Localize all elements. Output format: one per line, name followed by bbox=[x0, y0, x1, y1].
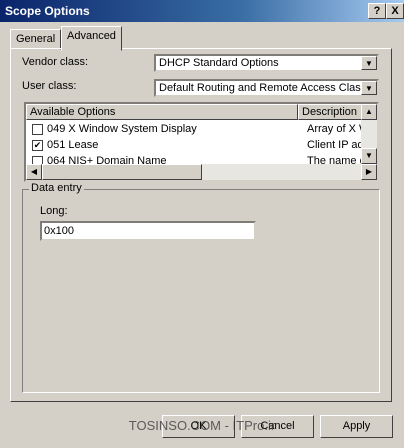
scroll-left-icon[interactable]: ◀ bbox=[26, 164, 42, 180]
option-checkbox[interactable]: ✔ bbox=[32, 140, 43, 151]
user-class-label: User class: bbox=[22, 80, 77, 92]
user-class-value: Default Routing and Remote Access Class bbox=[159, 82, 367, 94]
option-description: Client IP add bbox=[307, 139, 365, 151]
scroll-thumb[interactable] bbox=[42, 164, 202, 180]
option-name: 051 Lease bbox=[47, 139, 99, 151]
cancel-button[interactable]: Cancel bbox=[241, 415, 314, 438]
available-options-list[interactable]: Available Options Description 049 X Wind… bbox=[24, 102, 379, 182]
long-value-input[interactable]: 0x100 bbox=[40, 221, 256, 241]
chevron-down-icon[interactable]: ▼ bbox=[361, 81, 377, 95]
help-button[interactable]: ? bbox=[368, 3, 386, 19]
ok-button[interactable]: OK bbox=[162, 415, 235, 438]
scroll-right-icon[interactable]: ▶ bbox=[361, 164, 377, 180]
option-description: Array of X W bbox=[307, 123, 365, 135]
vendor-class-combo[interactable]: DHCP Standard Options ▼ bbox=[154, 54, 379, 72]
vendor-class-label: Vendor class: bbox=[22, 56, 89, 68]
data-entry-legend: Data entry bbox=[29, 182, 84, 194]
column-header-options[interactable]: Available Options bbox=[26, 104, 298, 120]
scroll-up-icon[interactable]: ▲ bbox=[361, 104, 377, 120]
vertical-scrollbar[interactable]: ▲ ▼ bbox=[361, 104, 377, 164]
close-button[interactable]: X bbox=[386, 3, 404, 19]
tab-advanced[interactable]: Advanced bbox=[61, 26, 122, 51]
title-bar: Scope Options ? X bbox=[0, 0, 404, 22]
list-item[interactable]: ✔ 051 Lease Client IP add bbox=[26, 138, 366, 154]
tab-general[interactable]: General bbox=[10, 29, 62, 50]
scope-options-dialog: Scope Options ? X General Advanced Vendo… bbox=[0, 0, 404, 448]
long-value: 0x100 bbox=[44, 225, 74, 237]
horizontal-scrollbar[interactable]: ◀ ▶ bbox=[26, 164, 377, 180]
window-title: Scope Options bbox=[5, 4, 90, 18]
option-checkbox[interactable] bbox=[32, 124, 43, 135]
tab-advanced-label: Advanced bbox=[67, 30, 116, 42]
option-name: 049 X Window System Display bbox=[47, 123, 197, 135]
column-header-description[interactable]: Description bbox=[298, 104, 366, 120]
option-name: 064 NIS+ Domain Name bbox=[47, 155, 167, 164]
list-item[interactable]: 049 X Window System Display Array of X W bbox=[26, 122, 366, 138]
option-description: The name o bbox=[307, 155, 365, 164]
option-checkbox[interactable] bbox=[32, 156, 43, 164]
scroll-down-icon[interactable]: ▼ bbox=[361, 148, 377, 164]
vendor-class-value: DHCP Standard Options bbox=[159, 57, 279, 69]
apply-button[interactable]: Apply bbox=[320, 415, 393, 438]
user-class-combo[interactable]: Default Routing and Remote Access Class … bbox=[154, 79, 379, 97]
tab-general-label: General bbox=[16, 33, 56, 45]
data-entry-group: Data entry bbox=[22, 182, 380, 393]
long-label: Long: bbox=[40, 205, 68, 217]
list-item[interactable]: 064 NIS+ Domain Name The name o bbox=[26, 154, 366, 164]
chevron-down-icon[interactable]: ▼ bbox=[361, 56, 377, 70]
